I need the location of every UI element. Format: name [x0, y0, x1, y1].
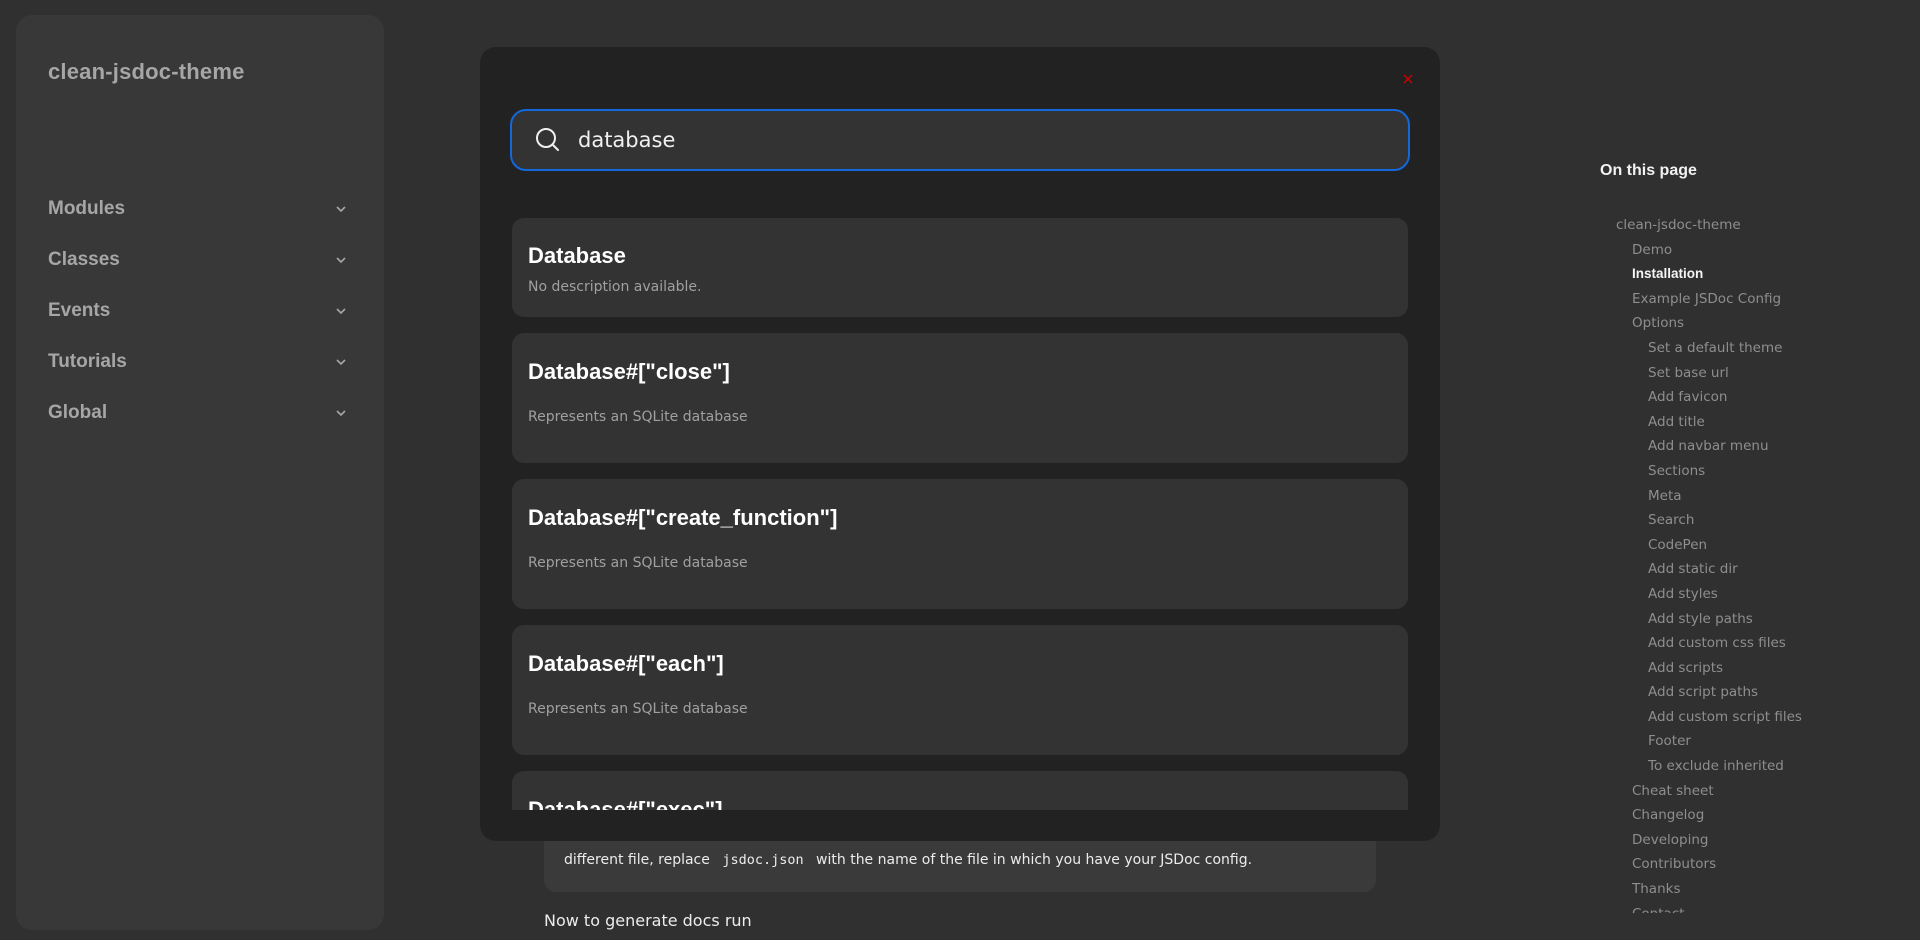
- toc-item[interactable]: Search: [1600, 508, 1860, 533]
- search-result[interactable]: Database#["exec"] Represents an SQLite d…: [512, 771, 1408, 810]
- search-icon: [536, 128, 559, 151]
- toc-item[interactable]: clean-jsdoc-theme: [1600, 213, 1860, 238]
- sidebar-item-events[interactable]: Events: [48, 285, 352, 336]
- result-description: Represents an SQLite database: [528, 555, 748, 571]
- toc-item[interactable]: Add scripts: [1600, 656, 1860, 681]
- toc-item[interactable]: Footer: [1600, 729, 1860, 754]
- toc-item[interactable]: Installation: [1600, 262, 1860, 287]
- sidebar-item-modules[interactable]: Modules: [48, 183, 352, 234]
- toc-item[interactable]: Cheat sheet: [1600, 779, 1860, 804]
- search-result[interactable]: Database#["create_function"] Represents …: [512, 479, 1408, 609]
- toc-item[interactable]: Add style paths: [1600, 607, 1860, 632]
- toc-item[interactable]: Add static dir: [1600, 557, 1860, 582]
- toc-item[interactable]: Contact: [1600, 902, 1860, 913]
- search-result[interactable]: Database No description available.: [512, 218, 1408, 317]
- toc-item[interactable]: CodePen: [1600, 533, 1860, 558]
- chevron-down-icon: [336, 256, 346, 263]
- sidebar-item-label: Events: [48, 299, 111, 321]
- toc-item[interactable]: Set base url: [1600, 361, 1860, 386]
- toc-list: clean-jsdoc-theme Demo Installation Example…: [1600, 213, 1860, 913]
- toc-item[interactable]: Add title: [1600, 410, 1860, 435]
- note-text-prefix: different file, replace: [564, 852, 710, 868]
- sidebar-nav: Modules Classes Events Tutorials Global: [48, 183, 352, 438]
- sidebar-item-label: Global: [48, 401, 108, 423]
- sidebar-item-classes[interactable]: Classes: [48, 234, 352, 285]
- toc-item[interactable]: Thanks: [1600, 877, 1860, 902]
- brand-title[interactable]: clean-jsdoc-theme: [48, 59, 245, 85]
- toc-item[interactable]: Add styles: [1600, 582, 1860, 607]
- toc-item[interactable]: Developing: [1600, 828, 1860, 853]
- toc-item[interactable]: Demo: [1600, 238, 1860, 263]
- sidebar-item-tutorials[interactable]: Tutorials: [48, 336, 352, 387]
- search-result[interactable]: Database#["close"] Represents an SQLite …: [512, 333, 1408, 463]
- note-code: jsdoc.json: [722, 852, 804, 868]
- search-result[interactable]: Database#["each"] Represents an SQLite d…: [512, 625, 1408, 755]
- toc-item[interactable]: Add favicon: [1600, 385, 1860, 410]
- result-description: No description available.: [528, 279, 702, 295]
- toc-item[interactable]: Add custom script files: [1600, 705, 1860, 730]
- chevron-down-icon: [336, 205, 346, 212]
- toc-item[interactable]: Changelog: [1600, 803, 1860, 828]
- search-results[interactable]: Database No description available. Datab…: [512, 218, 1408, 810]
- result-title: Database: [528, 243, 626, 268]
- sidebar: clean-jsdoc-theme Modules Classes Events…: [16, 15, 384, 930]
- search-field[interactable]: [510, 109, 1410, 171]
- note-text-suffix: with the name of the file in which you h…: [816, 852, 1253, 868]
- sidebar-item-label: Classes: [48, 248, 120, 270]
- result-title: Database#["close"]: [528, 359, 730, 384]
- toc-item[interactable]: Sections: [1600, 459, 1860, 484]
- sidebar-item-label: Modules: [48, 197, 126, 219]
- toc-item[interactable]: To exclude inherited: [1600, 754, 1860, 779]
- toc-item[interactable]: Add script paths: [1600, 680, 1860, 705]
- result-title: Database#["each"]: [528, 651, 724, 676]
- result-title: Database#["exec"]: [528, 797, 723, 810]
- result-description: Represents an SQLite database: [528, 701, 748, 717]
- sidebar-item-label: Tutorials: [48, 350, 127, 372]
- search-modal: Database No description available. Datab…: [480, 47, 1440, 841]
- toc-item[interactable]: Options: [1600, 311, 1860, 336]
- chevron-down-icon: [336, 409, 346, 416]
- toc-item[interactable]: Add custom css files: [1600, 631, 1860, 656]
- chevron-down-icon: [336, 307, 346, 314]
- toc-item[interactable]: Add navbar menu: [1600, 434, 1860, 459]
- close-icon[interactable]: [1401, 72, 1415, 86]
- toc: On this page clean-jsdoc-theme Demo Instal…: [1600, 162, 1860, 913]
- toc-item[interactable]: Meta: [1600, 484, 1860, 509]
- chevron-down-icon: [336, 358, 346, 365]
- toc-item[interactable]: Example JSDoc Config: [1600, 287, 1860, 312]
- toc-title: On this page: [1600, 162, 1697, 179]
- result-description: Represents an SQLite database: [528, 409, 748, 425]
- toc-item[interactable]: Contributors: [1600, 852, 1860, 877]
- sidebar-item-global[interactable]: Global: [48, 387, 352, 438]
- generate-docs-text: Now to generate docs run: [544, 911, 752, 930]
- search-input[interactable]: [578, 128, 1378, 152]
- toc-item[interactable]: Set a default theme: [1600, 336, 1860, 361]
- result-title: Database#["create_function"]: [528, 505, 838, 530]
